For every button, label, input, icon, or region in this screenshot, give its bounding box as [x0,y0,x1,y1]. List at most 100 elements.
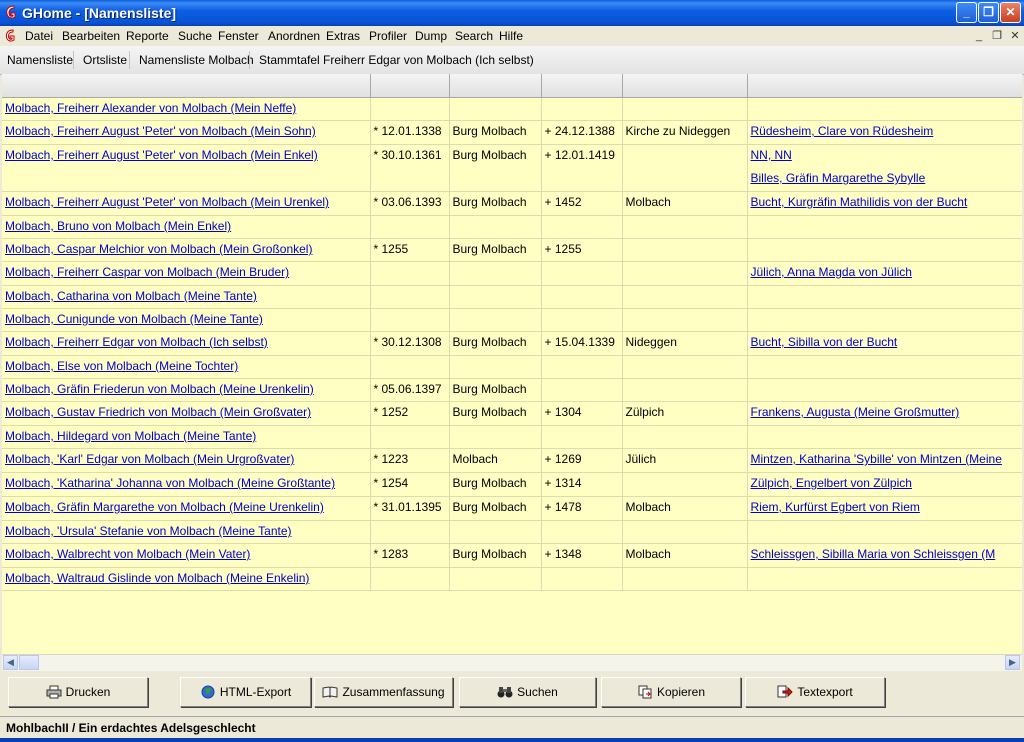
tab-namensliste-molbach[interactable]: Namensliste Molbach [139,46,254,74]
person-name-link[interactable]: Molbach, Gräfin Friederun von Molbach (M… [5,382,314,396]
copy-button[interactable]: Kopieren [601,677,741,707]
search-button[interactable]: Suchen [459,677,596,707]
table-row[interactable]: Molbach, 'Karl' Edgar von Molbach (Mein … [2,448,1023,473]
person-name-link[interactable]: Molbach, Waltraud Gislinde von Molbach (… [5,571,309,585]
spouse-link[interactable]: Zülpich, Engelbert von Zülpich [751,473,1023,496]
column-header-death[interactable] [541,74,623,98]
table-row[interactable]: Molbach, Freiherr August 'Peter' von Mol… [2,120,1023,145]
spouse-link[interactable]: Schleissgen, Sibilla Maria von Schleissg… [751,544,1023,567]
table-row[interactable]: Molbach, Bruno von Molbach (Mein Enkel) [2,215,1022,239]
mdi-minimize-button[interactable]: _ [972,29,986,43]
menu-dump[interactable]: Dump [415,29,447,43]
scroll-right-arrow-icon[interactable]: ▶ [1005,655,1020,670]
html-export-button[interactable]: HTML-Export [180,677,311,707]
table-row[interactable]: Molbach, 'Katharina' Johanna von Molbach… [2,472,1023,497]
table-row[interactable]: Molbach, Freiherr Edgar von Molbach (Ich… [2,331,1023,356]
print-button[interactable]: Drucken [8,677,148,707]
column-header-spouse[interactable] [747,74,1022,98]
column-header-name[interactable] [2,74,371,98]
spouse-cell [747,215,1022,239]
person-name-link[interactable]: Molbach, Freiherr August 'Peter' von Mol… [5,124,316,138]
table-row[interactable]: Molbach, Gräfin Margarethe von Molbach (… [2,496,1023,521]
person-name-link[interactable]: Molbach, Cunigunde von Molbach (Meine Ta… [5,312,263,326]
person-name-link[interactable]: Molbach, Bruno von Molbach (Mein Enkel) [5,219,231,233]
table-row[interactable]: Molbach, Freiherr August 'Peter' von Mol… [2,191,1023,216]
menu-suche[interactable]: Suche [178,29,213,49]
death-date-cell: + 12.01.1419 [541,144,623,192]
maximize-button[interactable]: ❐ [978,2,999,23]
person-name-link[interactable]: Molbach, Else von Molbach (Meine Tochter… [5,359,238,373]
table-row[interactable]: Molbach, Freiherr August 'Peter' von Mol… [2,144,1023,192]
copy-button-label: Kopieren [656,685,706,699]
mdi-restore-button[interactable]: ❐ [990,29,1004,43]
table-row[interactable]: Molbach, Walbrecht von Molbach (Mein Vat… [2,543,1023,568]
table-row[interactable]: Molbach, Freiherr Alexander von Molbach … [2,97,1022,121]
menu-reporte[interactable]: Reporte [126,29,169,43]
person-name-link[interactable]: Molbach, Walbrecht von Molbach (Mein Vat… [5,547,250,561]
table-row[interactable]: Molbach, Waltraud Gislinde von Molbach (… [2,567,1022,591]
person-name-link[interactable]: Molbach, Gräfin Margarethe von Molbach (… [5,500,324,514]
person-name-link[interactable]: Molbach, Gustav Friedrich von Molbach (M… [5,405,311,419]
horizontal-scrollbar[interactable]: ◀ ▶ [2,654,1022,671]
table-row[interactable]: Molbach, Freiherr Caspar von Molbach (Me… [2,261,1023,286]
spouse-cell: Bucht, Kurgräfin Mathilidis von der Buch… [747,191,1023,216]
person-name-link[interactable]: Molbach, Freiherr August 'Peter' von Mol… [5,148,318,162]
mdi-close-button[interactable]: ✕ [1008,29,1022,43]
person-name-link[interactable]: Molbach, Freiherr Caspar von Molbach (Me… [5,265,289,279]
person-name-link[interactable]: Molbach, Freiherr Alexander von Molbach … [5,101,296,115]
person-name-link[interactable]: Molbach, Hildegard von Molbach (Meine Ta… [5,429,256,443]
spouse-link[interactable]: Bucht, Sibilla von der Bucht [751,332,1023,355]
tab-separator [129,51,130,69]
menu-anordnen[interactable]: Anordnen [268,29,320,43]
summary-button[interactable]: Zusammenfassung [314,677,453,707]
spouse-link[interactable]: Jülich, Anna Magda von Jülich [751,262,1023,285]
menu-hilfe[interactable]: Hilfe [499,29,523,43]
person-name-link[interactable]: Molbach, 'Karl' Edgar von Molbach (Mein … [5,452,294,466]
tab-namensliste[interactable]: Namensliste [7,46,73,74]
column-header-birth[interactable] [370,74,450,98]
scroll-left-arrow-icon[interactable]: ◀ [3,655,18,670]
menu-extras[interactable]: Extras [326,29,360,43]
spouse-link[interactable]: Mintzen, Katharina 'Sybille' von Mintzen… [751,449,1023,472]
scroll-thumb[interactable] [19,655,39,670]
spouse-link[interactable]: Rüdesheim, Clare von Rüdesheim [751,121,1023,144]
person-name-link[interactable]: Molbach, 'Katharina' Johanna von Molbach… [5,476,335,490]
menu-search[interactable]: Search [455,29,493,43]
tab-stammtafel[interactable]: Stammtafel Freiherr Edgar von Molbach (I… [259,46,534,74]
minimize-button[interactable]: _ [956,2,977,23]
person-name-link[interactable]: Molbach, Catharina von Molbach (Meine Ta… [5,289,257,303]
table-row[interactable]: Molbach, Gustav Friedrich von Molbach (M… [2,401,1023,426]
close-button[interactable]: ✕ [1000,2,1021,23]
column-header-birth-place[interactable] [449,74,542,98]
menu-fenster[interactable]: Fenster [218,29,259,43]
menu-bearbeiten[interactable]: Bearbeiten [62,29,120,43]
spouse-link[interactable]: NN, NN [751,145,1023,168]
table-row[interactable]: Molbach, Caspar Melchior von Molbach (Me… [2,238,1022,262]
person-name-link[interactable]: Molbach, Freiherr Edgar von Molbach (Ich… [5,335,268,349]
spouse-cell: Bucht, Sibilla von der Bucht [747,331,1023,356]
table-row[interactable]: Molbach, 'Ursula' Stefanie von Molbach (… [2,520,1022,544]
spouse-link[interactable]: Riem, Kurfürst Egbert von Riem [751,497,1023,520]
menu-profiler[interactable]: Profiler [369,29,407,43]
column-header-death-place[interactable] [622,74,748,98]
spouse-link[interactable]: Bucht, Kurgräfin Mathilidis von der Buch… [751,192,1023,215]
menu-datei[interactable]: Datei [25,29,53,43]
person-list[interactable]: Molbach, Freiherr Alexander von Molbach … [2,74,1022,654]
person-name-link[interactable]: Molbach, 'Ursula' Stefanie von Molbach (… [5,524,292,538]
person-name-link[interactable]: Molbach, Freiherr August 'Peter' von Mol… [5,195,329,209]
spouse-link[interactable]: Frankens, Augusta (Meine Großmutter) [751,402,1023,425]
birth-date-cell [370,520,450,544]
table-row[interactable]: Molbach, Cunigunde von Molbach (Meine Ta… [2,308,1022,332]
table-row[interactable]: Molbach, Hildegard von Molbach (Meine Ta… [2,425,1022,449]
table-row[interactable]: Molbach, Gräfin Friederun von Molbach (M… [2,378,1022,402]
table-row[interactable]: Molbach, Catharina von Molbach (Meine Ta… [2,285,1022,309]
title-bar[interactable]: GHome - [Namensliste] _ ❐ ✕ [0,0,1024,26]
person-name-cell: Molbach, Freiherr Edgar von Molbach (Ich… [2,331,371,356]
tab-ortsliste[interactable]: Ortsliste [83,46,127,74]
spouse-link[interactable]: Billes, Gräfin Margarethe Sybylle [751,168,1023,191]
table-row[interactable]: Molbach, Else von Molbach (Meine Tochter… [2,355,1022,379]
text-export-button[interactable]: Textexport [745,677,885,707]
document-icon[interactable] [5,29,16,43]
person-name-link[interactable]: Molbach, Caspar Melchior von Molbach (Me… [5,242,312,256]
death-place-cell: Kirche zu Nideggen [622,120,748,145]
